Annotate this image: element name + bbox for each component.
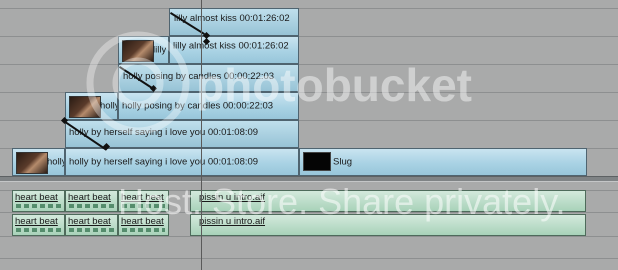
slug-clip[interactable]: Slug xyxy=(299,148,587,176)
audio-clip[interactable]: pissin u intro.aif xyxy=(190,190,586,212)
audio-waveform xyxy=(69,204,114,208)
audio-clip-label: heart beat xyxy=(68,216,111,227)
video-clip-thumb[interactable]: lilly xyxy=(118,36,169,64)
clip-label: Slug xyxy=(333,156,353,168)
playhead[interactable] xyxy=(201,0,202,270)
clip-label: lilly almost kiss 00:01:26:02 xyxy=(174,13,290,24)
audio-clip-label: pissin u intro.aif xyxy=(199,216,266,227)
audio-clip[interactable]: heart beat xyxy=(65,190,118,212)
audio-clip-label: heart beat xyxy=(15,216,58,227)
video-clip[interactable]: holly posing by candles 00:00:22:03 xyxy=(118,92,299,120)
audio-clip[interactable]: heart beat xyxy=(118,214,169,236)
video-clip[interactable]: lilly almost kiss 00:01:26:02 xyxy=(169,36,299,64)
clip-label: lilly almost kiss 00:01:26:02 xyxy=(173,40,289,52)
clip-thumbnail xyxy=(16,152,48,174)
track-divider xyxy=(0,236,618,237)
track-divider xyxy=(0,212,618,213)
audio-waveform xyxy=(122,228,165,232)
audio-waveform xyxy=(16,228,61,232)
clip-label: holly posing by candles 00:00:22:03 xyxy=(122,100,274,112)
track-divider xyxy=(0,64,618,65)
clip-label: holly by herself saying i love you 00:01… xyxy=(69,127,259,138)
clip-label: lilly xyxy=(153,44,167,56)
audio-clip[interactable]: pissin u intro.aif xyxy=(190,214,586,236)
slug-thumbnail xyxy=(303,152,331,171)
clip-thumbnail xyxy=(69,96,101,118)
clip-label: holly posing by candles 00:00:22:03 xyxy=(123,71,275,82)
audio-clip-label: heart beat xyxy=(121,192,164,203)
video-clip-thumb[interactable]: holly xyxy=(65,92,118,120)
audio-waveform xyxy=(69,228,114,232)
audio-clip-label: heart beat xyxy=(121,216,164,227)
track-divider xyxy=(0,36,618,37)
video-audio-separator[interactable] xyxy=(0,176,618,182)
audio-clip[interactable]: heart beat xyxy=(65,214,118,236)
video-clip-transition[interactable]: holly posing by candles 00:00:22:03 xyxy=(118,64,299,92)
clip-label: holly by herself saying i love you 00:01… xyxy=(69,156,259,168)
audio-clip[interactable]: heart beat xyxy=(12,190,65,212)
audio-clip[interactable]: heart beat xyxy=(12,214,65,236)
track-divider xyxy=(0,258,618,259)
audio-waveform xyxy=(122,204,165,208)
audio-clip-label: heart beat xyxy=(15,192,58,203)
clip-label: holly xyxy=(47,156,65,168)
video-clip-thumb[interactable]: holly xyxy=(12,148,65,176)
track-divider xyxy=(0,8,618,9)
clip-thumbnail xyxy=(122,40,154,62)
audio-waveform xyxy=(16,204,61,208)
clip-label: holly xyxy=(100,100,118,112)
audio-clip-label: pissin u intro.aif xyxy=(199,192,266,203)
video-clip[interactable]: holly by herself saying i love you 00:01… xyxy=(65,148,299,176)
audio-clip[interactable]: heart beat xyxy=(118,190,169,212)
audio-clip-label: heart beat xyxy=(68,192,111,203)
